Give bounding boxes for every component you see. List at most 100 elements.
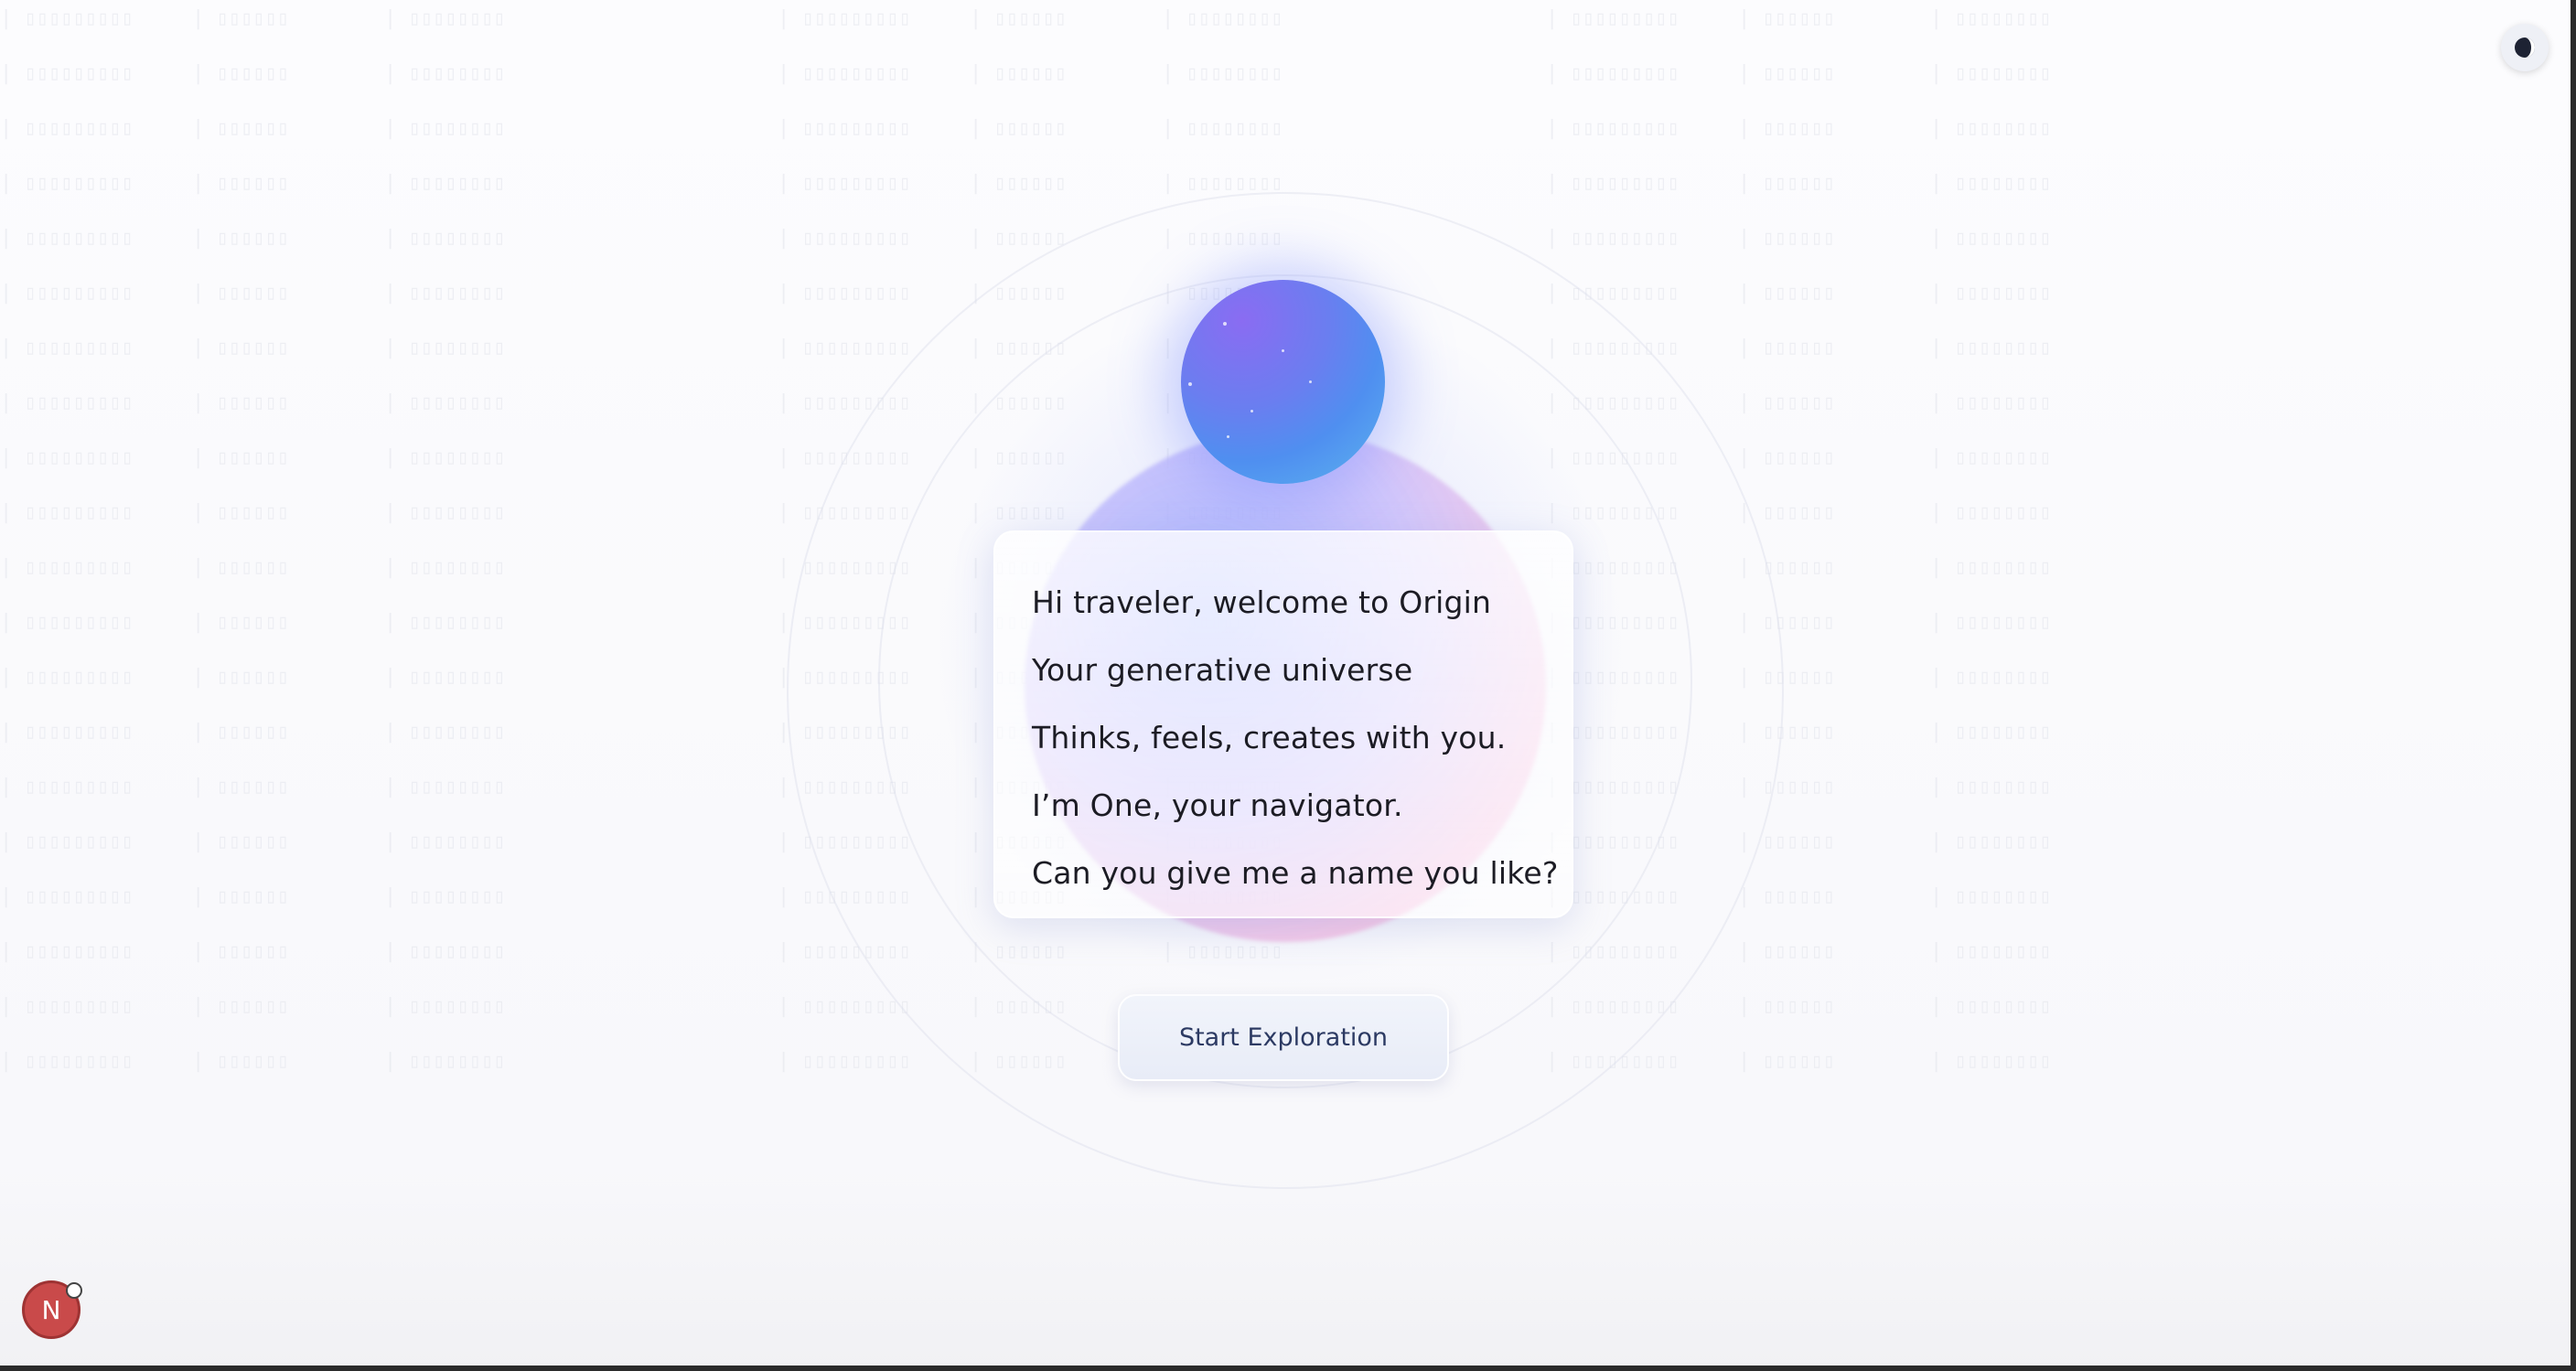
background-pattern-cell: | ▯▯▯▯▯▯▯▯: [1930, 227, 2052, 250]
background-pattern-cell: | ▯▯▯▯▯▯: [1738, 885, 1835, 908]
background-pattern-cell: | ▯▯▯▯▯▯: [970, 172, 1067, 195]
orb-star: [1188, 382, 1192, 386]
background-pattern-cell: | ▯▯▯▯▯▯: [192, 446, 289, 469]
background-pattern-cell: | ▯▯▯▯▯▯▯▯▯: [778, 227, 911, 250]
navigator-orb: [1181, 280, 1385, 484]
background-pattern-cell: | ▯▯▯▯▯▯: [1738, 337, 1835, 359]
background-pattern-row: | ▯▯▯▯▯▯▯▯▯ | ▯▯▯▯▯▯ | ▯▯▯▯▯▯▯▯ | ▯▯▯▯▯▯▯▯▯…: [0, 7, 2195, 35]
background-pattern-cell: | ▯▯▯▯▯▯: [1738, 391, 1835, 414]
background-pattern-cell: | ▯▯▯▯▯▯▯▯▯: [0, 117, 134, 140]
background-pattern-cell: | ▯▯▯▯▯▯▯▯: [1930, 337, 2052, 359]
orb-star: [1223, 322, 1227, 326]
background-pattern-cell: | ▯▯▯▯▯▯▯▯: [1930, 776, 2052, 798]
background-pattern-cell: | ▯▯▯▯▯▯▯▯▯: [1546, 172, 1680, 195]
background-pattern-cell: | ▯▯▯▯▯▯▯▯: [1162, 172, 1283, 195]
background-pattern-cell: | ▯▯▯▯▯▯: [192, 940, 289, 963]
background-pattern-cell: | ▯▯▯▯▯▯▯▯: [1930, 556, 2052, 579]
background-pattern-cell: | ▯▯▯▯▯▯▯▯: [384, 446, 506, 469]
background-pattern-cell: | ▯▯▯▯▯▯: [192, 117, 289, 140]
background-pattern-cell: | ▯▯▯▯▯▯▯▯: [384, 940, 506, 963]
background-pattern-cell: | ▯▯▯▯▯▯▯▯▯: [0, 391, 134, 414]
background-pattern-cell: | ▯▯▯▯▯▯▯▯: [384, 995, 506, 1018]
background-pattern-cell: | ▯▯▯▯▯▯▯▯: [1162, 117, 1283, 140]
background-pattern-cell: | ▯▯▯▯▯▯: [1738, 227, 1835, 250]
background-pattern-cell: | ▯▯▯▯▯▯▯▯: [384, 721, 506, 744]
description-line: Thinks, feels, creates with you.: [1032, 720, 1507, 755]
tagline-line: Your generative universe: [1032, 652, 1413, 688]
background-pattern-cell: | ▯▯▯▯▯▯: [192, 995, 289, 1018]
background-pattern-cell: | ▯▯▯▯▯▯: [192, 172, 289, 195]
theme-toggle-button[interactable]: [2501, 24, 2549, 71]
greeting-dialog: Hi traveler, welcome to Origin Your gene…: [993, 530, 1573, 918]
background-pattern-cell: | ▯▯▯▯▯▯▯▯: [384, 117, 506, 140]
background-pattern-cell: | ▯▯▯▯▯▯▯▯▯: [0, 995, 134, 1018]
background-pattern-cell: | ▯▯▯▯▯▯▯▯: [1930, 885, 2052, 908]
orb-star: [1250, 410, 1253, 412]
background-pattern-cell: | ▯▯▯▯▯▯▯▯▯: [0, 885, 134, 908]
background-pattern-cell: | ▯▯▯▯▯▯: [970, 117, 1067, 140]
background-pattern-cell: | ▯▯▯▯▯▯▯▯: [1162, 62, 1283, 85]
background-pattern-cell: | ▯▯▯▯▯▯▯▯▯: [1546, 62, 1680, 85]
background-pattern-cell: | ▯▯▯▯▯▯: [192, 776, 289, 798]
background-pattern-cell: | ▯▯▯▯▯▯▯▯▯: [778, 172, 911, 195]
background-pattern-cell: | ▯▯▯▯▯▯▯▯: [384, 172, 506, 195]
start-exploration-button[interactable]: Start Exploration: [1118, 994, 1449, 1081]
background-pattern-cell: | ▯▯▯▯▯▯▯▯: [384, 1050, 506, 1073]
background-pattern-cell: | ▯▯▯▯▯▯▯▯▯: [0, 721, 134, 744]
background-pattern-cell: | ▯▯▯▯▯▯▯▯: [384, 282, 506, 305]
orb-star: [1282, 349, 1284, 352]
background-pattern-cell: | ▯▯▯▯▯▯▯▯: [384, 556, 506, 579]
background-pattern-cell: | ▯▯▯▯▯▯▯▯: [384, 391, 506, 414]
background-pattern-cell: | ▯▯▯▯▯▯▯▯: [1930, 940, 2052, 963]
background-pattern-cell: | ▯▯▯▯▯▯: [192, 62, 289, 85]
background-pattern-cell: | ▯▯▯▯▯▯▯▯: [384, 227, 506, 250]
background-pattern-cell: | ▯▯▯▯▯▯: [192, 611, 289, 634]
background-pattern-cell: | ▯▯▯▯▯▯▯▯: [1162, 7, 1283, 30]
background-pattern-cell: | ▯▯▯▯▯▯▯▯▯: [0, 7, 134, 30]
background-pattern-cell: | ▯▯▯▯▯▯▯▯▯: [0, 776, 134, 798]
background-pattern-cell: | ▯▯▯▯▯▯: [192, 721, 289, 744]
orb-star: [1227, 435, 1229, 438]
background-pattern-cell: | ▯▯▯▯▯▯▯▯: [384, 62, 506, 85]
background-pattern-cell: | ▯▯▯▯▯▯: [192, 556, 289, 579]
background-pattern-cell: | ▯▯▯▯▯▯▯▯: [1930, 611, 2052, 634]
background-pattern-cell: | ▯▯▯▯▯▯: [1738, 995, 1835, 1018]
background-pattern-cell: | ▯▯▯▯▯▯: [192, 501, 289, 524]
background-pattern-cell: | ▯▯▯▯▯▯: [970, 62, 1067, 85]
background-pattern-cell: | ▯▯▯▯▯▯▯▯: [1930, 666, 2052, 689]
background-pattern-cell: | ▯▯▯▯▯▯▯▯: [384, 666, 506, 689]
background-pattern-cell: | ▯▯▯▯▯▯: [192, 830, 289, 853]
background-pattern-cell: | ▯▯▯▯▯▯▯▯▯: [0, 1050, 134, 1073]
background-pattern-cell: | ▯▯▯▯▯▯▯▯: [1930, 282, 2052, 305]
background-pattern-cell: | ▯▯▯▯▯▯▯▯: [1930, 446, 2052, 469]
background-pattern-row: | ▯▯▯▯▯▯▯▯▯ | ▯▯▯▯▯▯ | ▯▯▯▯▯▯▯▯ | ▯▯▯▯▯▯▯▯▯…: [0, 117, 2195, 145]
background-pattern-cell: | ▯▯▯▯▯▯: [192, 7, 289, 30]
orb-star: [1309, 380, 1312, 383]
background-pattern-row: | ▯▯▯▯▯▯▯▯▯ | ▯▯▯▯▯▯ | ▯▯▯▯▯▯▯▯ | ▯▯▯▯▯▯▯▯▯…: [0, 62, 2195, 90]
background-pattern-cell: | ▯▯▯▯▯▯▯▯▯: [0, 556, 134, 579]
background-pattern-cell: | ▯▯▯▯▯▯▯▯: [1930, 117, 2052, 140]
background-pattern-cell: | ▯▯▯▯▯▯▯▯: [1930, 830, 2052, 853]
background-pattern-cell: | ▯▯▯▯▯▯: [192, 391, 289, 414]
background-pattern-cell: | ▯▯▯▯▯▯▯▯▯: [0, 666, 134, 689]
background-pattern-cell: | ▯▯▯▯▯▯▯▯: [384, 501, 506, 524]
background-pattern-cell: | ▯▯▯▯▯▯▯▯▯: [0, 282, 134, 305]
background-pattern-cell: | ▯▯▯▯▯▯▯▯▯: [0, 830, 134, 853]
background-pattern-cell: | ▯▯▯▯▯▯▯▯: [384, 337, 506, 359]
background-pattern-cell: | ▯▯▯▯▯▯▯▯: [384, 830, 506, 853]
background-pattern-cell: | ▯▯▯▯▯▯▯▯▯: [0, 227, 134, 250]
background-pattern-cell: | ▯▯▯▯▯▯: [1738, 1050, 1835, 1073]
background-pattern-cell: | ▯▯▯▯▯▯▯▯▯: [778, 282, 911, 305]
background-pattern-cell: | ▯▯▯▯▯▯: [1738, 117, 1835, 140]
background-pattern-cell: | ▯▯▯▯▯▯▯▯▯: [0, 611, 134, 634]
background-pattern-cell: | ▯▯▯▯▯▯▯▯▯: [778, 1050, 911, 1073]
background-pattern-cell: | ▯▯▯▯▯▯▯▯: [384, 776, 506, 798]
background-pattern-cell: | ▯▯▯▯▯▯▯▯▯: [778, 7, 911, 30]
background-pattern-cell: | ▯▯▯▯▯▯▯▯: [1930, 391, 2052, 414]
background-pattern-cell: | ▯▯▯▯▯▯: [1738, 282, 1835, 305]
background-pattern-cell: | ▯▯▯▯▯▯▯▯: [1930, 1050, 2052, 1073]
background-pattern-cell: | ▯▯▯▯▯▯: [1738, 446, 1835, 469]
window-edge: [2571, 0, 2576, 1371]
background-pattern-cell: | ▯▯▯▯▯▯: [192, 885, 289, 908]
background-pattern-cell: | ▯▯▯▯▯▯▯▯: [384, 7, 506, 30]
